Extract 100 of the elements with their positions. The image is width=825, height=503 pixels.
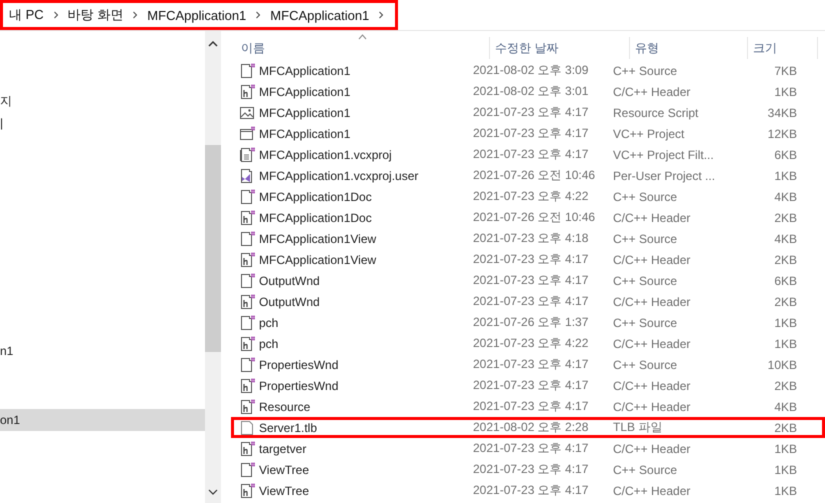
- file-type: C/C++ Header: [613, 84, 692, 98]
- source-file-icon: [239, 272, 255, 288]
- chevron-icon[interactable]: [131, 11, 140, 19]
- breadcrumb-item[interactable]: MFCApplication1: [268, 8, 372, 22]
- modified-date: 2021-07-23 오후 4:17: [472, 377, 590, 394]
- file-row[interactable]: MFCApplication1 2021-08-02 오후 3:01 C/C++ Header 1KB: [231, 81, 825, 102]
- file-size: 12KB: [766, 126, 797, 140]
- file-type: C/C++ Header: [613, 484, 692, 498]
- modified-date: 2021-07-23 오후 4:17: [472, 356, 590, 373]
- modified-date: 2021-07-26 오후 1:37: [472, 314, 590, 331]
- header-file-icon: [239, 210, 255, 226]
- file-type: C++ Source: [613, 358, 678, 372]
- file-size: 1KB: [773, 316, 797, 330]
- file-type: C/C++ Header: [613, 400, 692, 414]
- column-header[interactable]: 유형: [630, 36, 748, 58]
- source-file-icon: [239, 188, 255, 204]
- file-size: 1KB: [773, 168, 797, 182]
- chevron-icon[interactable]: [254, 11, 262, 19]
- file-type: C/C++ Header: [613, 252, 692, 266]
- file-type: TLB 파일: [613, 419, 664, 436]
- file-name: MFCApplication1: [259, 84, 350, 98]
- file-row[interactable]: pch 2021-07-23 오후 4:22 C/C++ Header 1KB: [231, 333, 825, 354]
- file-row[interactable]: Resource 2021-07-23 오후 4:17 C/C++ Header 4KB: [231, 396, 825, 417]
- nav-item[interactable]: on1: [0, 409, 205, 431]
- blank-file-icon: [239, 420, 255, 436]
- breadcrumb-item[interactable]: MFCApplication1: [145, 8, 248, 22]
- highlight-frame[interactable]: Server1.tlb 2021-08-02 오후 2:28 TLB 파일 2KB: [231, 417, 825, 438]
- window-file-icon: [239, 126, 255, 142]
- file-row[interactable]: targetver 2021-07-23 오후 4:17 C/C++ Header 1KB: [231, 438, 825, 459]
- source-file-icon: [239, 62, 255, 78]
- file-name: OutputWnd: [259, 294, 320, 308]
- column-header[interactable]: 이름: [236, 36, 490, 58]
- file-row[interactable]: MFCApplication1 2021-07-23 오후 4:17 VC++ Project 12KB: [231, 123, 825, 144]
- file-row[interactable]: ViewTree 2021-07-23 오후 4:17 C++ Source 1KB: [231, 459, 825, 480]
- column-header[interactable]: 크기: [748, 36, 818, 58]
- file-row[interactable]: MFCApplication1.vcxproj 2021-07-23 오후 4:17 VC++ Project Filt... 6KB: [231, 144, 825, 165]
- modified-date: 2021-07-23 오후 4:17: [472, 482, 590, 499]
- file-type: C++ Source: [613, 64, 678, 78]
- chevron-icon[interactable]: [52, 11, 60, 19]
- file-size: 10KB: [766, 358, 797, 372]
- header-file-icon: [239, 294, 255, 310]
- file-name: MFCApplication1.vcxproj: [259, 148, 392, 162]
- file-name: MFCApplication1View: [259, 252, 376, 266]
- file-row[interactable]: PropertiesWnd 2021-07-23 오후 4:17 C/C++ Header 2KB: [231, 375, 825, 396]
- modified-date: 2021-07-26 오전 10:46: [472, 167, 596, 184]
- file-name: PropertiesWnd: [259, 358, 338, 372]
- file-size: 4KB: [773, 232, 797, 246]
- file-name: MFCApplication1: [259, 64, 350, 78]
- file-row[interactable]: ViewTree 2021-07-23 오후 4:17 C/C++ Header 1KB: [231, 480, 825, 501]
- file-row[interactable]: MFCApplication1View 2021-07-23 오후 4:18 C++ Source 4KB: [231, 228, 825, 249]
- image-file-icon: [239, 104, 255, 120]
- header-file-icon: [239, 84, 255, 100]
- file-row[interactable]: OutputWnd 2021-07-23 오후 4:17 C++ Source 6KB: [231, 270, 825, 291]
- file-name: MFCApplication1: [259, 126, 350, 140]
- file-row[interactable]: MFCApplication1View 2021-07-23 오후 4:17 C/C++ Header 2KB: [231, 249, 825, 270]
- chevron-icon[interactable]: [377, 11, 386, 19]
- modified-date: 2021-07-23 오후 4:17: [472, 398, 590, 415]
- breadcrumb-item[interactable]: 내 PC: [7, 6, 46, 24]
- file-size: 1KB: [773, 442, 797, 456]
- file-type: C/C++ Header: [613, 442, 692, 456]
- file-name: ViewTree: [259, 462, 310, 476]
- file-name: MFCApplication1.vcxproj.user: [259, 168, 418, 182]
- file-type: C++ Source: [613, 462, 678, 476]
- file-row[interactable]: MFCApplication1Doc 2021-07-26 오전 10:46 C/C++ Header 2KB: [231, 207, 825, 228]
- file-size: 34KB: [766, 106, 797, 120]
- file-size: 2KB: [773, 210, 797, 224]
- file-row[interactable]: MFCApplication1 2021-08-02 오후 3:09 C++ Source 7KB: [231, 60, 825, 81]
- modified-date: 2021-07-23 오후 4:17: [472, 461, 590, 478]
- modified-date: 2021-08-02 오후 3:09: [472, 62, 590, 79]
- file-row[interactable]: pch 2021-07-26 오후 1:37 C++ Source 1KB: [231, 312, 825, 333]
- file-row[interactable]: PropertiesWnd 2021-07-23 오후 4:17 C++ Source 10KB: [231, 354, 825, 375]
- file-type: VC++ Project: [613, 126, 686, 140]
- file-name: MFCApplication1Doc: [259, 210, 372, 224]
- scrollbar-thumb[interactable]: [205, 145, 221, 352]
- modified-date: 2021-08-02 오후 3:01: [472, 83, 590, 100]
- file-row[interactable]: MFCApplication1Doc 2021-07-23 오후 4:22 C++ Source 4KB: [231, 186, 825, 207]
- modified-date: 2021-07-26 오전 10:46: [472, 209, 596, 226]
- column-header[interactable]: 수정한 날짜: [490, 36, 630, 58]
- file-size: 1KB: [773, 84, 797, 98]
- file-size: 2KB: [773, 294, 797, 308]
- modified-date: 2021-07-23 오후 4:22: [472, 335, 590, 352]
- header-file-icon: [239, 252, 255, 268]
- file-size: 2KB: [773, 252, 797, 266]
- scrollbar[interactable]: [205, 31, 221, 503]
- file-row[interactable]: OutputWnd 2021-07-23 오후 4:17 C/C++ Header 2KB: [231, 291, 825, 312]
- modified-date: 2021-07-23 오후 4:17: [472, 125, 590, 142]
- file-name: pch: [259, 316, 278, 330]
- modified-date: 2021-07-23 오후 4:17: [472, 251, 590, 268]
- file-type: C/C++ Header: [613, 378, 692, 392]
- breadcrumb-item[interactable]: 바탕 화면: [66, 6, 126, 24]
- nav-item[interactable]: n1: [0, 340, 205, 362]
- filter-file-icon: [239, 146, 255, 162]
- file-name: ViewTree: [259, 484, 310, 498]
- modified-date: 2021-07-23 오후 4:17: [472, 440, 590, 457]
- nav-item[interactable]: |: [0, 112, 205, 134]
- source-file-icon: [239, 462, 255, 478]
- file-row[interactable]: MFCApplication1 2021-07-23 오후 4:17 Resource Script 34KB: [231, 102, 825, 123]
- file-row[interactable]: MFCApplication1.vcxproj.user 2021-07-26 오전 10:46 Per-User Project ... 1KB: [231, 165, 825, 186]
- file-type: Resource Script: [613, 106, 700, 120]
- nav-item[interactable]: 지: [0, 90, 205, 112]
